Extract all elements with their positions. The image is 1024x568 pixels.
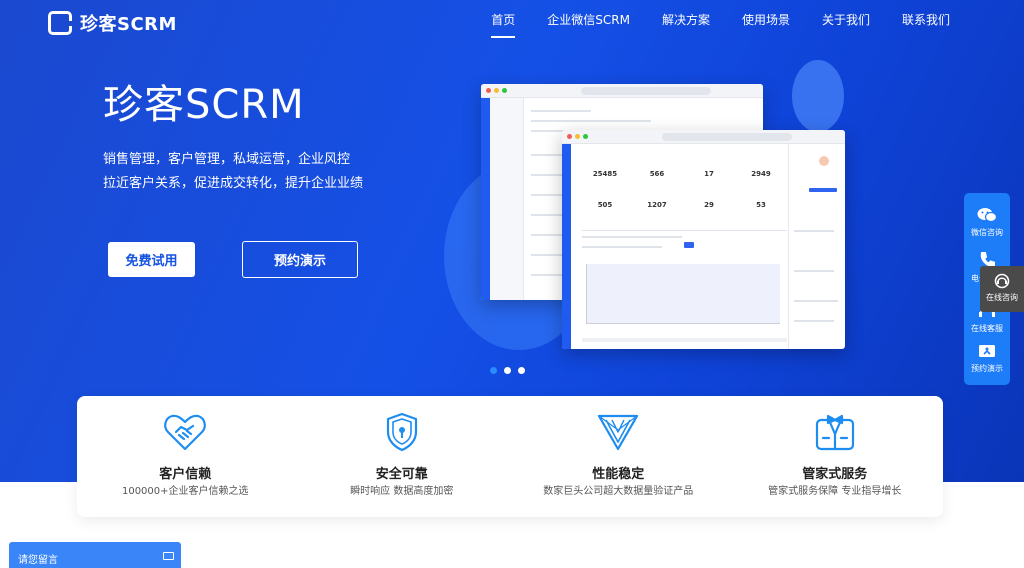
stat-cell: 25485 [592,170,618,178]
mock-right-panel-divider [788,144,789,349]
leave-message-box[interactable]: 请您留言 [9,542,181,568]
nav-item-solutions[interactable]: 解决方案 [646,11,726,28]
window-titlebar [562,130,845,144]
mock-row [794,230,834,232]
wechat-consult-button[interactable]: 微信咨询 [964,207,1010,238]
mock-row [794,320,834,322]
stat-cell: 566 [649,170,665,178]
feature-stable: 性能稳定 数家巨头公司超大数据量验证产品 [510,396,727,517]
stat-cell: 53 [756,201,766,209]
butler-suit-icon [815,414,854,451]
product-screenshot-front: 25485 566 17 2949 505 1207 29 53 [562,130,845,349]
feature-desc: 瞬时响应 数据高度加密 [350,486,454,497]
nav-item-about[interactable]: 关于我们 [806,11,886,28]
online-consult-popup[interactable]: 在线咨询 [980,266,1024,312]
nav-item-contact[interactable]: 联系我们 [886,11,966,28]
maximize-dot-icon [502,88,507,93]
feature-desc: 100000+企业客户信赖之选 [121,486,249,497]
mock-row [582,236,682,238]
hero-decor-blob-small [792,60,844,132]
nav-menu: 首页 企业微信SCRM 解决方案 使用场景 关于我们 联系我们 [475,11,966,38]
logo[interactable]: 珍客SCRM [48,10,177,36]
stat-cell: 17 [704,170,714,178]
carousel-dot-2[interactable] [504,367,511,374]
mock-divider [582,230,787,231]
close-dot-icon [486,88,491,93]
feature-secure: 安全可靠 瞬时响应 数据高度加密 [294,396,511,517]
book-demo-button[interactable]: 预约演示 [242,241,358,278]
minimize-dot-icon [494,88,499,93]
feature-butler-service: 管家式服务 管家式服务保障 专业指导增长 [727,396,944,517]
mock-row [794,270,834,272]
hero-subtitle: 销售管理，客户管理，私域运营，企业风控 拉近客户关系，促进成交转化，提升企业业绩 [103,148,363,196]
free-trial-button[interactable]: 免费试用 [108,242,195,277]
stat-cell: 2949 [751,170,771,178]
app-sidebar [481,98,490,300]
nav-item-home[interactable]: 首页 [475,11,531,38]
nav-item-wecom-scrm[interactable]: 企业微信SCRM [531,11,646,28]
mock-row [531,110,591,112]
online-consult-label: 在线咨询 [986,293,1018,302]
maximize-dot-icon [583,134,588,139]
feature-title: 管家式服务 [802,467,868,482]
feature-desc: 数家巨头公司超大数据量验证产品 [543,486,694,497]
wechat-icon [977,208,997,223]
logo-icon [48,11,73,35]
mock-chart [586,264,780,324]
close-dot-icon [567,134,572,139]
stat-cell: 1207 [647,201,667,209]
feature-title: 性能稳定 [592,467,645,482]
avatar [819,156,829,166]
carousel-dot-3[interactable] [518,367,525,374]
app-subnav [490,98,524,300]
handshake-heart-icon [164,414,207,451]
address-bar [581,87,711,95]
message-window-icon[interactable] [163,552,174,560]
mock-query-button [684,242,694,248]
feature-title: 客户信赖 [159,467,212,482]
app-sidebar [562,144,571,349]
address-bar [662,133,792,141]
feature-title: 安全可靠 [375,467,428,482]
triangle-stable-icon [598,414,639,451]
leave-message-label: 请您留言 [18,555,58,566]
logo-text: 珍客SCRM [80,14,177,35]
minimize-dot-icon [575,134,580,139]
mock-tag [809,188,837,192]
hero-subtitle-line2: 拉近客户关系，促进成交转化，提升企业业绩 [103,176,364,191]
book-demo-float-button[interactable]: 预约演示 [964,343,1010,374]
carousel-dot-1[interactable] [490,367,497,374]
feature-card: 客户信赖 100000+企业客户信赖之选 安全可靠 瞬时响应 数据高度加密 性能… [77,396,943,517]
headset-icon [994,273,1010,289]
book-demo-float-label: 预约演示 [971,364,1003,373]
window-titlebar [481,84,763,98]
hero-subtitle-line1: 销售管理，客户管理，私域运营，企业风控 [103,152,351,167]
mock-row [794,300,838,302]
hero-title: 珍客SCRM [103,82,305,128]
stat-cell: 29 [704,201,714,209]
shield-lock-icon [386,412,417,452]
feature-desc: 管家式服务保障 专业指导增长 [768,486,902,497]
mock-row [582,338,787,342]
online-service-label: 在线客服 [971,324,1003,333]
wechat-consult-label: 微信咨询 [971,228,1003,237]
mock-row [582,246,662,248]
feature-customer-trust: 客户信赖 100000+企业客户信赖之选 [77,396,294,517]
carousel-pager [490,367,525,374]
top-nav: 珍客SCRM 首页 企业微信SCRM 解决方案 使用场景 关于我们 联系我们 [0,0,1024,42]
nav-item-scenarios[interactable]: 使用场景 [726,11,806,28]
stat-cell: 505 [597,201,613,209]
mock-row [531,120,651,122]
calendar-demo-icon [979,345,995,357]
